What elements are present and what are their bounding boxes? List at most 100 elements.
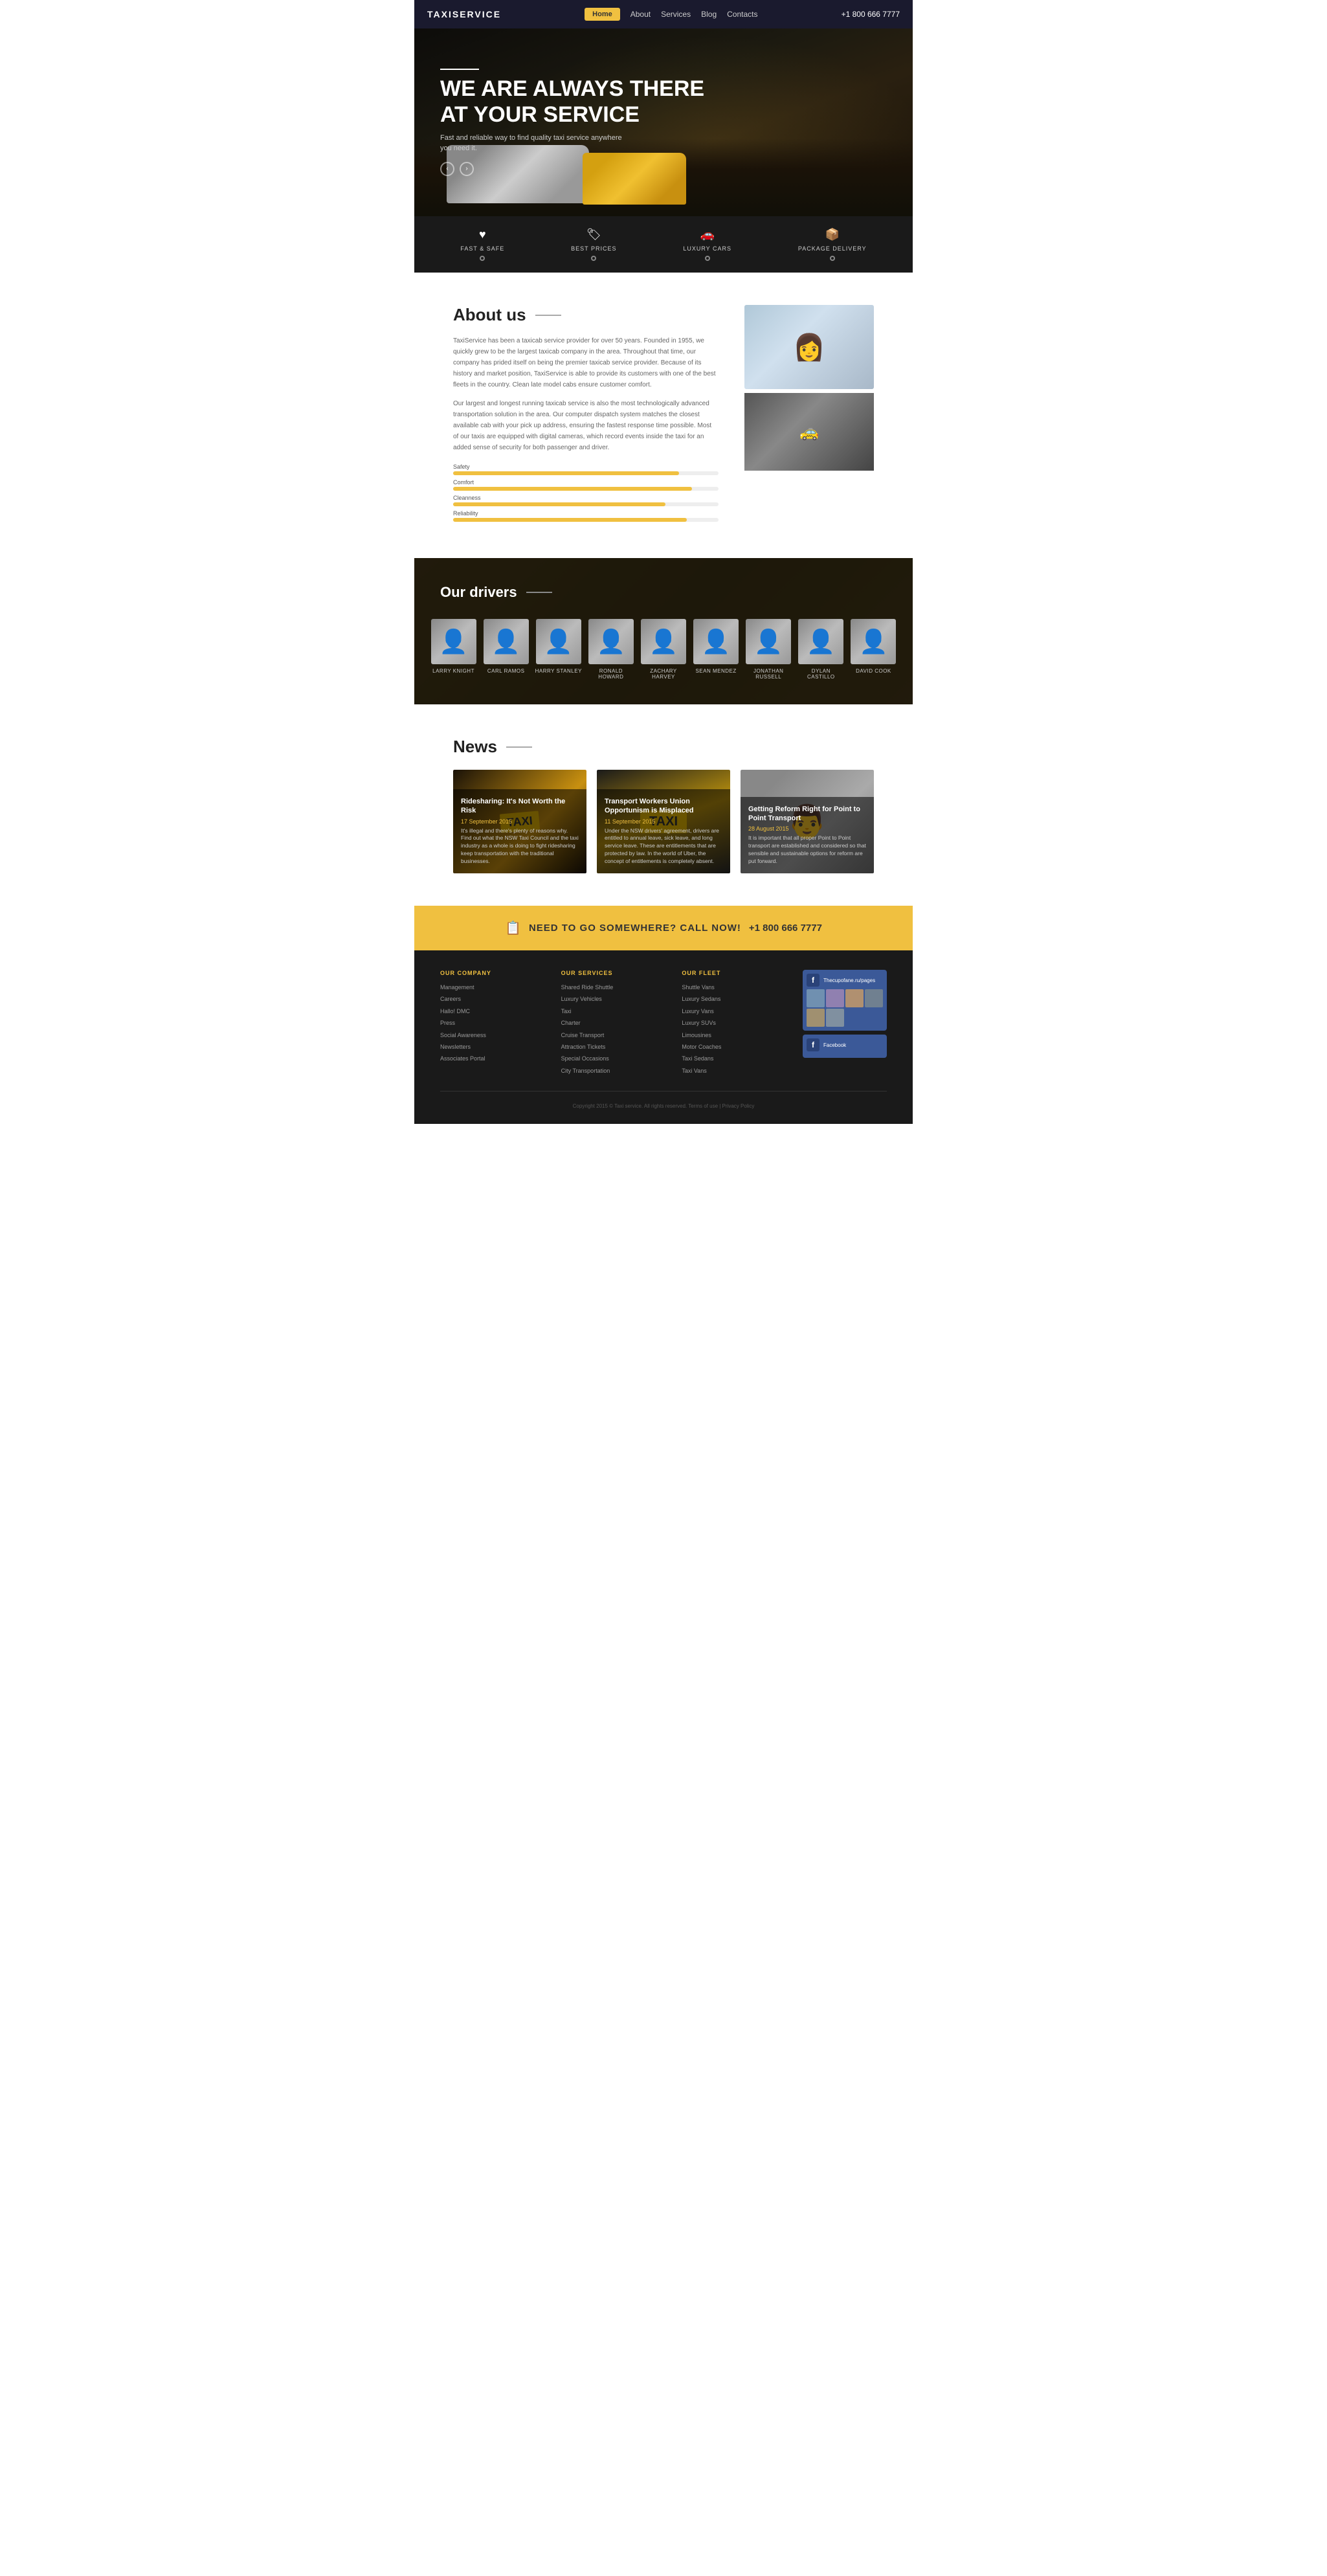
driver-photo: 👤 xyxy=(484,619,529,664)
feature-package-delivery: 📦 PACKAGE DELIVERY xyxy=(798,228,867,261)
footer-link-charter[interactable]: Charter xyxy=(561,1018,669,1027)
nav-contacts[interactable]: Contacts xyxy=(727,10,757,19)
facebook-icon-2: f xyxy=(807,1038,820,1051)
hero-prev-arrow[interactable]: ‹ xyxy=(440,162,454,176)
footer-link-shared-ride[interactable]: Shared Ride Shuttle xyxy=(561,983,669,992)
news-card-3[interactable]: 👨 Getting Reform Right for Point to Poin… xyxy=(741,770,874,873)
driver-dylan-castillo: 👤 DYLAN CASTILLO xyxy=(795,614,847,685)
about-title: About us xyxy=(453,305,719,325)
news-item-title: Getting Reform Right for Point to Point … xyxy=(748,805,866,823)
footer-link-motor-coaches[interactable]: Motor Coaches xyxy=(682,1042,790,1051)
driver-name: LARRY KNIGHT xyxy=(430,668,477,674)
about-left: About us TaxiService has been a taxicab … xyxy=(453,305,719,526)
drivers-title: Our drivers xyxy=(427,584,900,601)
about-image-bottom: 🚕 xyxy=(744,393,874,471)
fb-photo xyxy=(826,1009,844,1027)
progress-bar xyxy=(453,502,719,506)
driver-name: DYLAN CASTILLO xyxy=(797,668,845,680)
feature-fast-safe: ♥ FAST & SAFE xyxy=(460,228,504,261)
news-card-2[interactable]: TAXI Transport Workers Union Opportunism… xyxy=(597,770,730,873)
feature-dot xyxy=(830,256,835,261)
news-grid: TAXI Ridesharing: It's Not Worth the Ris… xyxy=(453,770,874,873)
footer-link-luxury-vans[interactable]: Luxury Vans xyxy=(682,1007,790,1016)
footer-copyright: Copyright 2015 © Taxi service. All right… xyxy=(440,1091,887,1111)
news-card-1[interactable]: TAXI Ridesharing: It's Not Worth the Ris… xyxy=(453,770,586,873)
footer-link-special[interactable]: Special Occasions xyxy=(561,1054,669,1063)
nav-about[interactable]: About xyxy=(630,10,651,19)
news-item-date: 17 September 2015 xyxy=(461,818,579,825)
footer-link-management[interactable]: Management xyxy=(440,983,548,992)
footer-link-taxi[interactable]: Taxi xyxy=(561,1007,669,1016)
driver-carl-ramos: 👤 CARL RAMOS xyxy=(480,614,532,685)
footer-link-shuttle-vans[interactable]: Shuttle Vans xyxy=(682,983,790,992)
copyright-text: Copyright 2015 © Taxi service. All right… xyxy=(573,1103,755,1109)
driver-name: JONATHAN RUSSELL xyxy=(745,668,792,680)
driver-name: ZACHARY HARVEY xyxy=(640,668,687,680)
driver-name: DAVID COOK xyxy=(850,668,897,674)
hero-subtitle: Fast and reliable way to find quality ta… xyxy=(440,133,634,154)
hero-next-arrow[interactable]: › xyxy=(460,162,474,176)
progress-bar xyxy=(453,487,719,491)
footer-link-newsletters[interactable]: Newsletters xyxy=(440,1042,548,1051)
footer-link-luxury-vehicles[interactable]: Luxury Vehicles xyxy=(561,994,669,1003)
footer: OUR COMPANY Management Careers Hallo! DM… xyxy=(414,950,913,1124)
footer-link-social[interactable]: Social Awareness xyxy=(440,1031,548,1040)
about-text-1: TaxiService has been a taxicab service p… xyxy=(453,335,719,390)
progress-bar xyxy=(453,471,719,475)
header: TAXISERVICE Home About Services Blog Con… xyxy=(414,0,913,28)
nav-blog[interactable]: Blog xyxy=(701,10,717,19)
news-item-date: 11 September 2015 xyxy=(605,818,722,825)
nav-home[interactable]: Home xyxy=(585,8,620,21)
cta-banner[interactable]: 📋 NEED TO GO SOMEWHERE? CALL NOW! +1 800… xyxy=(414,906,913,950)
feature-dot xyxy=(480,256,485,261)
feature-luxury-cars: 🚗 LUXURY CARS xyxy=(683,228,731,261)
fb-photos xyxy=(807,989,883,1027)
footer-link-luxury-suvs[interactable]: Luxury SUVs xyxy=(682,1018,790,1027)
hero-section: WE ARE ALWAYS THERE AT YOUR SERVICE Fast… xyxy=(414,28,913,216)
driver-harry-stanley: 👤 HARRY STANLEY xyxy=(532,614,585,685)
feature-label: LUXURY CARS xyxy=(683,245,731,252)
progress-safety: Safety xyxy=(453,464,719,475)
footer-grid: OUR COMPANY Management Careers Hallo! DM… xyxy=(440,970,887,1078)
news-item-title: Transport Workers Union Opportunism is M… xyxy=(605,797,722,816)
driver-name: RONALD HOWARD xyxy=(587,668,634,680)
footer-link-limousines[interactable]: Limousines xyxy=(682,1031,790,1040)
title-line xyxy=(506,746,532,748)
footer-link-city-transport[interactable]: City Transportation xyxy=(561,1066,669,1075)
facebook-widget-1[interactable]: f Thecupofane.ru/pages xyxy=(803,970,887,1031)
footer-link-press[interactable]: Press xyxy=(440,1018,548,1027)
driver-jonathan-russell: 👤 JONATHAN RUSSELL xyxy=(742,614,795,685)
drivers-section: Our drivers 👤 LARRY KNIGHT 👤 CARL RAMOS … xyxy=(414,558,913,704)
nav-services[interactable]: Services xyxy=(661,10,691,19)
feature-label: FAST & SAFE xyxy=(460,245,504,252)
fb-photo xyxy=(845,989,864,1007)
driver-name: SEAN MENDEZ xyxy=(693,668,740,674)
header-phone: +1 800 666 7777 xyxy=(842,10,900,19)
feature-best-prices: 🏷 BEST PRICES xyxy=(571,228,616,261)
footer-link-taxi-vans[interactable]: Taxi Vans xyxy=(682,1066,790,1075)
footer-link-taxi-sedans[interactable]: Taxi Sedans xyxy=(682,1054,790,1063)
footer-link-cruise[interactable]: Cruise Transport xyxy=(561,1031,669,1040)
driver-photo: 👤 xyxy=(588,619,634,664)
fb-photo xyxy=(826,989,844,1007)
footer-link-hallo[interactable]: Hallo! DMC xyxy=(440,1007,548,1016)
footer-fleet-title: OUR FLEET xyxy=(682,970,790,976)
hero-content: WE ARE ALWAYS THERE AT YOUR SERVICE Fast… xyxy=(440,69,887,175)
fb-page-name-2: Facebook xyxy=(823,1042,846,1048)
footer-link-attraction[interactable]: Attraction Tickets xyxy=(561,1042,669,1051)
footer-link-associates[interactable]: Associates Portal xyxy=(440,1054,548,1063)
news-overlay: Transport Workers Union Opportunism is M… xyxy=(597,789,730,873)
footer-link-luxury-sedans[interactable]: Luxury Sedans xyxy=(682,994,790,1003)
fb-header-2: f Facebook xyxy=(807,1038,883,1051)
hero-divider xyxy=(440,69,479,70)
news-item-title: Ridesharing: It's Not Worth the Risk xyxy=(461,797,579,816)
facebook-widget-2[interactable]: f Facebook xyxy=(803,1035,887,1058)
fb-page-name: Thecupofane.ru/pages xyxy=(823,978,875,983)
footer-link-careers[interactable]: Careers xyxy=(440,994,548,1003)
driver-sean-mendez: 👤 SEAN MENDEZ xyxy=(690,614,742,685)
driver-larry-knight: 👤 LARRY KNIGHT xyxy=(427,614,480,685)
driver-photo: 👤 xyxy=(431,619,476,664)
drivers-grid: 👤 LARRY KNIGHT 👤 CARL RAMOS 👤 HARRY STAN… xyxy=(427,614,900,685)
tag-icon: 🏷 xyxy=(571,228,616,241)
news-overlay: Ridesharing: It's Not Worth the Risk 17 … xyxy=(453,789,586,873)
